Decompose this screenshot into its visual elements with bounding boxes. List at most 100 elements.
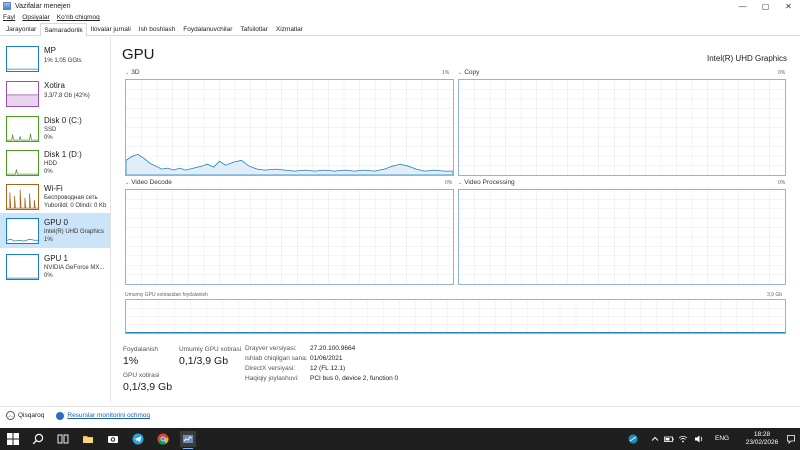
tab-performance[interactable]: Samaradorlik [40,23,87,36]
menu-file[interactable]: Fayl [3,14,15,21]
sidebar-item-gpu-0[interactable]: GPU 0 Intel(R) UHD Graphics 1% [0,213,110,248]
graph-video-processing-percent: 0% [778,180,786,186]
page-title: GPU [122,46,155,63]
graph-3d-label: 3D [131,69,140,76]
task-manager-icon[interactable] [180,431,196,449]
graph-video-decode-selector[interactable]: ⌄ Video Decode [125,179,172,186]
telegram-icon[interactable] [130,431,146,447]
graph-video-processing-label: Video Processing [464,179,515,186]
sidebar-item-detail: 1% 1,05 GGts [44,58,82,64]
graph-video-processing [458,189,786,285]
chrome-icon[interactable] [155,431,171,447]
shared-memory-graph-svg [126,300,785,333]
graph-copy [458,79,786,176]
sidebar-item-detail: 1% [44,237,53,243]
windows-start-icon[interactable] [5,431,21,447]
disk0-thumbnail-graph [6,116,39,142]
sidebar-item-wifi[interactable]: Wi-Fi Беспроводная сеть Yuborildi: 0 Oli… [0,179,110,214]
gpu-detail-panel: GPU Intel(R) UHD Graphics ⌄ 3D 1% ⌄ Copy 0… [112,37,800,402]
graph-3d [125,79,454,176]
sidebar-item-detail: HDD [44,161,57,167]
active-app-indicator [183,447,193,449]
wifi-icon[interactable] [678,434,688,444]
directx-version-label: DirectX versiyasi: [245,365,296,372]
graph-copy-selector[interactable]: ⌄ Copy [458,69,479,76]
physical-location-label: Haqiqiy joylashuvi: [245,375,299,382]
wifi-thumbnail-graph [6,184,39,210]
menu-bar: Fayl Opsiyalar Koʻrib chiqmoq [0,12,800,23]
graph-video-decode-percent: 0% [445,180,453,186]
fewer-details-button[interactable]: Qisqaroq [18,412,44,419]
window-controls: — ▢ ✕ [731,0,800,12]
driver-date-value: 01/06/2021 [310,355,343,362]
directx-version-value: 12 (FL 12.1) [310,365,346,372]
minimize-button[interactable]: — [731,0,754,12]
sidebar-item-label: GPU 1 [44,254,69,263]
task-manager-icon [3,2,11,10]
driver-version-value: 27.20.100.9664 [310,345,356,352]
graph-video-decode [125,189,454,285]
shared-memory-value: 0,1/3,9 Gb [179,355,229,367]
notification-icon[interactable] [786,434,796,444]
gpu-memory-label: GPU xotirasi [123,372,160,379]
shared-memory-graph-max: 3,9 Gb [767,292,783,298]
tray-app-icon[interactable] [628,434,638,444]
driver-date-label: Ishlab chiqilgan sana: [245,355,308,362]
clock-time: 18:28 [753,431,771,438]
tab-bar: Jarayonlar Samaradorlik Ilovalar jurnali… [0,23,800,36]
tab-services[interactable]: Xizmatlar [272,23,307,35]
tab-users[interactable]: Foydalanuvchilar [179,23,236,35]
sidebar-item-detail: NVIDIA GeForce MX... [44,265,105,271]
graph-video-processing-selector[interactable]: ⌄ Video Processing [458,179,515,186]
battery-icon[interactable] [664,434,674,444]
gpu-memory-value: 0,1/3,9 Gb [123,381,173,393]
sidebar-item-disk-1[interactable]: Disk 1 (D:) HDD 0% [0,145,110,180]
tab-app-history[interactable]: Ilovalar jurnali [87,23,135,35]
chevron-down-icon: ⌄ [458,70,463,76]
chevron-down-icon: ⌄ [125,70,130,76]
tab-startup[interactable]: Ish boshlash [135,23,180,35]
sidebar-item-detail: Беспроводная сеть [44,195,98,201]
search-icon[interactable] [30,431,46,447]
gpu0-thumbnail-graph [6,218,39,244]
windows-taskbar: ENG 18:28 23/02/2026 [0,428,800,450]
task-view-icon[interactable] [55,431,71,447]
resource-monitor-icon [56,411,65,420]
graph-3d-selector[interactable]: ⌄ 3D [125,69,140,76]
sidebar-item-gpu-1[interactable]: GPU 1 NVIDIA GeForce MX... 0% [0,249,110,284]
window-title: Vazifalar menejeri [15,2,71,10]
sidebar-item-memory[interactable]: Xotira 3,3/7,8 Gb (42%) [0,76,110,111]
sidebar-item-detail: Intel(R) UHD Graphics [44,229,105,235]
footer-bar: ︿ Qisqaroq Resurslar monitorini ochmoq [0,406,800,424]
tab-details[interactable]: Tafsilotlar [236,23,271,35]
close-button[interactable]: ✕ [777,0,800,12]
input-language-indicator[interactable]: ENG [715,435,729,442]
graph-copy-label: Copy [464,69,480,76]
graph-video-processing-svg [459,190,785,284]
clock-date: 23/02/2026 [745,439,779,446]
menu-options[interactable]: Opsiyalar [22,14,49,21]
file-explorer-icon[interactable] [80,431,96,447]
gpu1-thumbnail-graph [6,254,39,280]
sidebar-item-cpu[interactable]: MP 1% 1,05 GGts [0,41,110,76]
open-resource-monitor-link[interactable]: Resurslar monitorini ochmoq [67,412,150,419]
memory-thumbnail-graph [6,81,39,107]
chevron-up-icon[interactable] [650,434,660,444]
volume-icon[interactable] [694,434,704,444]
cpu-thumbnail-graph [6,46,39,72]
chevron-down-icon: ⌄ [125,180,130,186]
tab-processes[interactable]: Jarayonlar [2,23,40,35]
shared-memory-graph [125,299,786,334]
clock[interactable]: 18:28 23/02/2026 [744,431,780,447]
chevron-up-icon[interactable]: ︿ [6,411,15,420]
sidebar-item-label: Disk 1 (D:) [44,150,82,159]
maximize-button[interactable]: ▢ [754,0,777,12]
graph-video-decode-svg [126,190,453,284]
camera-app-icon[interactable] [105,431,121,447]
disk1-thumbnail-graph [6,150,39,176]
performance-sidebar: MP 1% 1,05 GGts Xotira 3,3/7,8 Gb (42%) … [0,37,111,402]
sidebar-item-disk-0[interactable]: Disk 0 (C:) SSD 0% [0,111,110,146]
sidebar-item-detail: 0% [44,135,53,141]
sidebar-item-detail: 0% [44,273,53,279]
menu-view[interactable]: Koʻrib chiqmoq [57,14,100,21]
